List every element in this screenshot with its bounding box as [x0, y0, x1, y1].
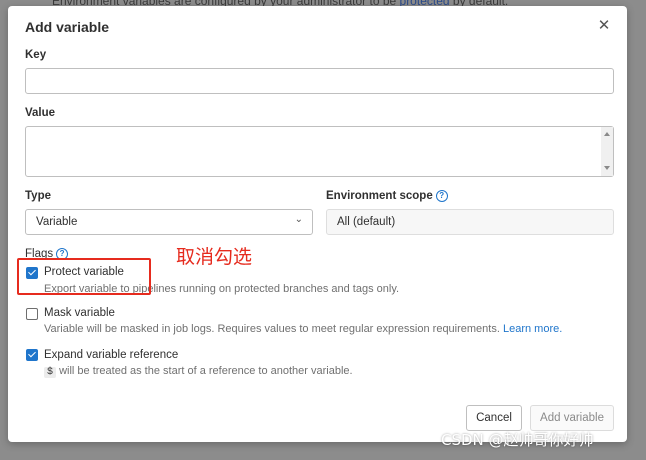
- key-label: Key: [25, 49, 47, 61]
- environment-scope-value: All (default): [337, 216, 396, 228]
- help-icon[interactable]: ?: [435, 190, 448, 202]
- annotation-highlight-box: [17, 258, 151, 295]
- add-variable-modal: Add variable ✕ Key Value Type Variable ⌄…: [8, 6, 627, 442]
- modal-title: Add variable: [25, 19, 110, 35]
- value-label: Value: [25, 107, 56, 119]
- annotation-text: 取消勾选: [176, 246, 253, 268]
- mask-variable-label: Mask variable: [44, 307, 115, 319]
- environment-scope-field[interactable]: All (default): [326, 209, 614, 235]
- type-selected-value: Variable: [36, 216, 78, 228]
- type-label: Type: [25, 190, 51, 202]
- add-variable-button[interactable]: Add variable: [530, 405, 614, 431]
- code-snippet: $: [44, 367, 57, 378]
- chevron-down-icon: ⌄: [294, 214, 303, 225]
- scroll-up-icon[interactable]: [604, 132, 610, 136]
- key-input[interactable]: [25, 68, 614, 94]
- cancel-button[interactable]: Cancel: [466, 405, 522, 431]
- mask-variable-checkbox[interactable]: [26, 308, 38, 320]
- watermark: CSDN @赵帅哥你好帅: [441, 431, 594, 449]
- expand-variable-checkbox[interactable]: [26, 349, 38, 361]
- textarea-scrollbar[interactable]: [601, 127, 613, 176]
- environment-scope-label: Environment scope?: [326, 190, 448, 202]
- mask-variable-help: Variable will be masked in job logs. Req…: [44, 323, 563, 335]
- expand-variable-label: Expand variable reference: [44, 349, 179, 361]
- value-textarea[interactable]: [25, 126, 614, 177]
- type-select[interactable]: Variable ⌄: [25, 209, 313, 235]
- scroll-down-icon[interactable]: [604, 166, 610, 170]
- close-icon[interactable]: ✕: [596, 18, 612, 34]
- expand-variable-help: $ will be treated as the start of a refe…: [44, 365, 353, 378]
- learn-more-link[interactable]: Learn more.: [503, 323, 562, 335]
